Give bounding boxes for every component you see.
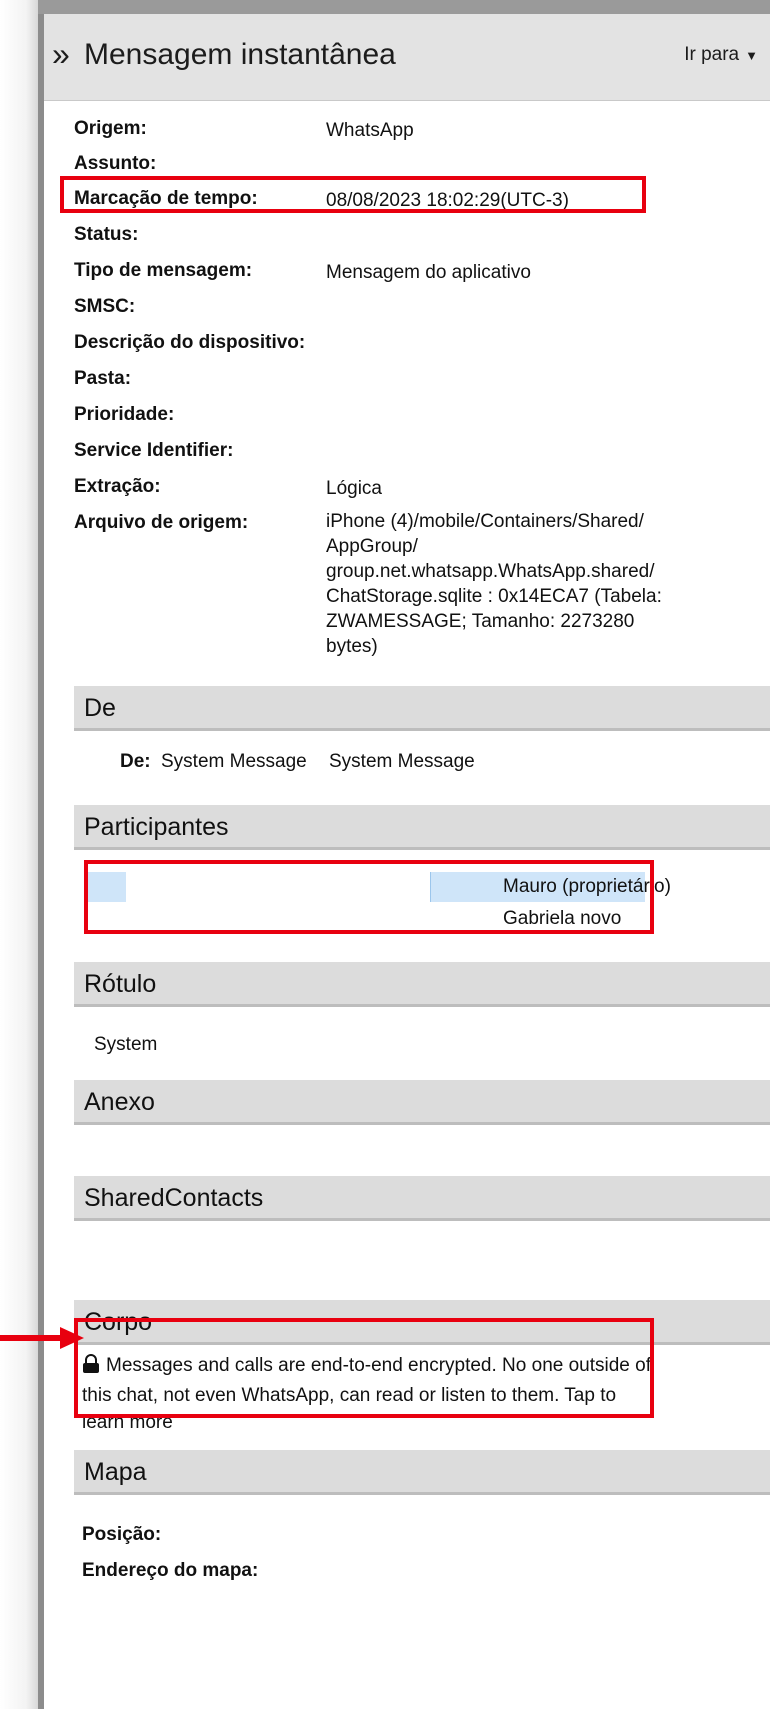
rotulo-value: System — [94, 1034, 158, 1055]
goto-label: Ir para — [684, 44, 740, 65]
section-anexo: Anexo — [74, 1080, 770, 1125]
goto-dropdown[interactable]: Ir para ▼ — [684, 44, 758, 66]
section-de: De — [74, 686, 770, 731]
arquivo-line: ChatStorage.sqlite : 0x14ECA7 (Tabela: — [326, 586, 662, 607]
origem-value: WhatsApp — [326, 120, 414, 141]
posicao-label: Posição: — [82, 1524, 162, 1545]
highlight-body-box — [74, 1318, 654, 1418]
section-mapa: Mapa — [74, 1450, 770, 1495]
section-rotulo-title: Rótulo — [84, 970, 157, 998]
pasta-label: Pasta: — [74, 368, 132, 389]
arquivo-label: Arquivo de origem: — [74, 512, 249, 533]
service-identifier-label: Service Identifier: — [74, 440, 234, 461]
arquivo-line: group.net.whatsapp.WhatsApp.shared/ — [326, 561, 655, 582]
prioridade-label: Prioridade: — [74, 404, 175, 425]
chevron-down-icon: ▼ — [745, 48, 758, 63]
de-display-name: System Message — [329, 751, 475, 772]
assunto-label: Assunto: — [74, 153, 157, 174]
arquivo-line: ZWAMESSAGE; Tamanho: 2273280 — [326, 611, 635, 632]
highlight-timestamp-box — [60, 176, 646, 213]
section-de-title: De — [84, 694, 116, 722]
highlight-participants-box — [84, 860, 654, 934]
section-shared-contacts: SharedContacts — [74, 1176, 770, 1221]
extracao-value: Lógica — [326, 478, 382, 499]
descricao-label: Descrição do dispositivo: — [74, 332, 306, 353]
section-shared-contacts-title: SharedContacts — [84, 1184, 264, 1212]
tipo-label: Tipo de mensagem: — [74, 260, 253, 281]
double-chevron-icon[interactable]: » — [52, 36, 70, 73]
tipo-value: Mensagem do aplicativo — [326, 262, 531, 283]
window-top-border — [38, 0, 770, 14]
arquivo-line: AppGroup/ — [326, 536, 418, 557]
status-label: Status: — [74, 224, 139, 245]
section-mapa-title: Mapa — [84, 1458, 147, 1486]
arquivo-line: bytes) — [326, 636, 378, 657]
origem-label: Origem: — [74, 118, 147, 139]
smsc-label: SMSC: — [74, 296, 136, 317]
de-value: System Message — [161, 751, 307, 772]
endereco-mapa-label: Endereço do mapa: — [82, 1560, 259, 1581]
section-anexo-title: Anexo — [84, 1088, 155, 1116]
section-rotulo: Rótulo — [74, 962, 770, 1007]
red-arrow-icon — [0, 1327, 84, 1349]
panel-title-bar: » Mensagem instantânea Ir para ▼ — [44, 14, 770, 101]
section-participantes-title: Participantes — [84, 813, 229, 841]
arquivo-line: iPhone (4)/mobile/Containers/Shared/ — [326, 511, 644, 532]
de-label: De: — [120, 751, 151, 772]
arquivo-value: iPhone (4)/mobile/Containers/Shared/ App… — [326, 509, 726, 659]
section-participantes: Participantes — [74, 805, 770, 850]
extracao-label: Extração: — [74, 476, 161, 497]
panel-title: Mensagem instantânea — [84, 38, 396, 71]
